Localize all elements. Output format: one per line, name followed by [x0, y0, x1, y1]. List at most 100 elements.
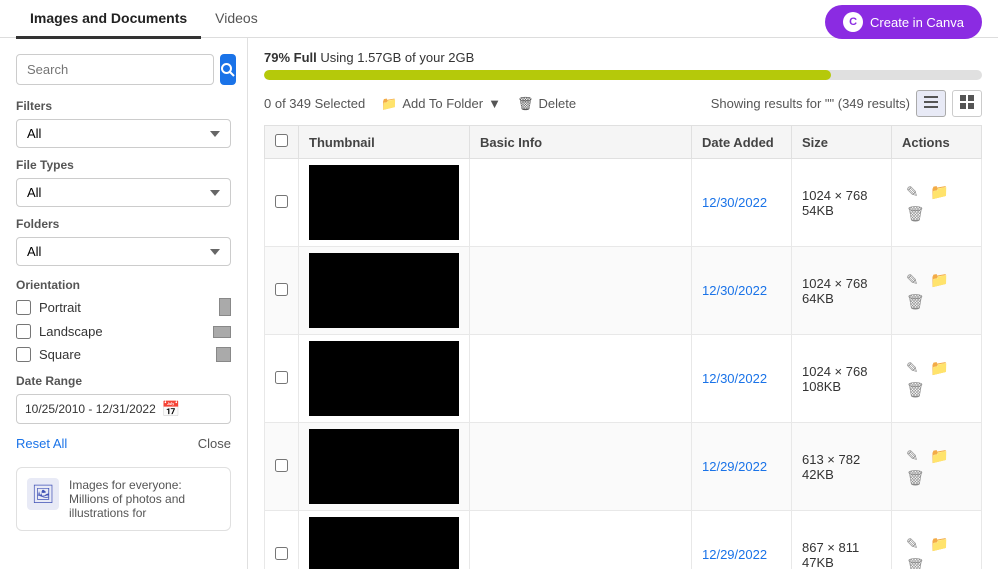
portrait-row: Portrait [16, 298, 231, 316]
reset-close-row: Reset All Close [16, 436, 231, 451]
grid-view-button[interactable] [952, 90, 982, 117]
folder-button-1[interactable]: 📁 [926, 269, 953, 291]
thumbnail-cell [299, 159, 470, 247]
date-added-cell: 12/30/2022 [692, 335, 792, 423]
folder-icon: 📁 [381, 96, 397, 112]
storage-detail: Using 1.57GB of your 2GB [320, 50, 474, 65]
edit-button-0[interactable]: ✎ [902, 181, 923, 203]
row-checkbox-2[interactable] [275, 371, 288, 384]
table-row: 12/30/2022 1024 × 76864KB ✎ 📁 🗑 [265, 247, 982, 335]
reset-all-button[interactable]: Reset All [16, 436, 67, 451]
row-checkbox-0[interactable] [275, 195, 288, 208]
thumbnail-image [309, 253, 459, 328]
tab-images[interactable]: Images and Documents [16, 0, 201, 39]
delete-row-button-4[interactable]: 🗑 [902, 555, 929, 569]
calendar-icon: 📅 [162, 400, 181, 418]
basic-info-cell [470, 159, 692, 247]
delete-label: Delete [538, 96, 576, 111]
add-to-folder-button[interactable]: 📁 Add To Folder ▼ [381, 96, 501, 112]
search-input[interactable] [16, 54, 214, 85]
delete-row-button-2[interactable]: 🗑 [902, 379, 929, 401]
thumbnail-image [309, 341, 459, 416]
close-button[interactable]: Close [198, 436, 231, 451]
basic-info-col: Basic Info [470, 126, 692, 159]
storage-progress-fill [264, 70, 831, 80]
basic-info-cell [470, 335, 692, 423]
storage-text: 79% Full Using 1.57GB of your 2GB [264, 50, 982, 65]
row-checkbox-cell [265, 335, 299, 423]
delete-row-button-0[interactable]: 🗑 [902, 203, 929, 225]
delete-row-button-3[interactable]: 🗑 [902, 467, 929, 489]
portrait-label: Portrait [39, 300, 81, 315]
table-row: 12/29/2022 613 × 78242KB ✎ 📁 🗑 [265, 423, 982, 511]
results-text: Showing results for "" (349 results) [711, 96, 910, 111]
actions-cell: ✎ 📁 🗑 [892, 159, 982, 247]
square-checkbox[interactable] [16, 347, 31, 362]
list-view-button[interactable] [916, 90, 946, 117]
date-added-cell: 12/29/2022 [692, 423, 792, 511]
thumbnail-cell [299, 247, 470, 335]
orientation-section: Orientation Portrait Landscape Square [16, 278, 231, 362]
thumbnail-cell [299, 335, 470, 423]
row-checkbox-4[interactable] [275, 547, 288, 560]
basic-info-cell [470, 247, 692, 335]
search-button[interactable] [220, 54, 236, 85]
filters-select[interactable]: All [16, 119, 231, 148]
row-checkbox-cell [265, 247, 299, 335]
add-to-folder-label: Add To Folder [402, 96, 483, 111]
folder-button-2[interactable]: 📁 [926, 357, 953, 379]
row-checkbox-1[interactable] [275, 283, 288, 296]
actions-cell: ✎ 📁 🗑 [892, 247, 982, 335]
tabs-bar: Images and Documents Videos C Create in … [0, 0, 998, 38]
date-added-cell: 12/30/2022 [692, 247, 792, 335]
search-icon [220, 62, 236, 78]
canva-icon: C [843, 12, 863, 32]
select-all-col [265, 126, 299, 159]
square-label: Square [39, 347, 81, 362]
date-range-label: Date Range [16, 374, 231, 388]
date-added-col: Date Added [692, 126, 792, 159]
folder-button-3[interactable]: 📁 [926, 445, 953, 467]
file-types-select[interactable]: All [16, 178, 231, 207]
folders-select[interactable]: All [16, 237, 231, 266]
folder-button-4[interactable]: 📁 [926, 533, 953, 555]
storage-progress-bg [264, 70, 982, 80]
create-in-canva-button[interactable]: C Create in Canva [825, 5, 982, 39]
date-added-cell: 12/29/2022 [692, 511, 792, 569]
table-row: 12/30/2022 1024 × 768108KB ✎ 📁 🗑 [265, 335, 982, 423]
row-checkbox-3[interactable] [275, 459, 288, 472]
basic-info-cell [470, 511, 692, 569]
size-cell: 1024 × 768108KB [792, 335, 892, 423]
landscape-icon [213, 326, 231, 338]
toolbar-left: 0 of 349 Selected 📁 Add To Folder ▼ 🗑 De… [264, 96, 576, 112]
trash-icon: 🗑 [517, 96, 534, 112]
folders-label: Folders [16, 217, 231, 231]
actions-cell: ✎ 📁 🗑 [892, 423, 982, 511]
tab-videos[interactable]: Videos [201, 0, 272, 39]
edit-button-1[interactable]: ✎ [902, 269, 923, 291]
landscape-label: Landscape [39, 324, 103, 339]
search-row [16, 54, 231, 85]
table-header-row: Thumbnail Basic Info Date Added Size Act… [265, 126, 982, 159]
folder-button-0[interactable]: 📁 [926, 181, 953, 203]
thumbnail-image [309, 429, 459, 504]
size-cell: 1024 × 76854KB [792, 159, 892, 247]
portrait-icon [219, 298, 231, 316]
landscape-checkbox[interactable] [16, 324, 31, 339]
grid-view-icon [960, 95, 974, 109]
size-cell: 1024 × 76864KB [792, 247, 892, 335]
date-range-row[interactable]: 10/25/2010 - 12/31/2022 📅 [16, 394, 231, 424]
delete-row-button-1[interactable]: 🗑 [902, 291, 929, 313]
select-all-checkbox[interactable] [275, 134, 288, 147]
edit-button-3[interactable]: ✎ [902, 445, 923, 467]
portrait-checkbox[interactable] [16, 300, 31, 315]
edit-button-4[interactable]: ✎ [902, 533, 923, 555]
table-row: 12/29/2022 867 × 81147KB ✎ 📁 🗑 [265, 511, 982, 569]
square-row: Square [16, 347, 231, 362]
content-area: 79% Full Using 1.57GB of your 2GB 0 of 3… [248, 38, 998, 569]
storage-percent: 79% Full [264, 50, 317, 65]
row-checkbox-cell [265, 511, 299, 569]
delete-button[interactable]: 🗑 Delete [517, 96, 576, 112]
edit-button-2[interactable]: ✎ [902, 357, 923, 379]
filters-label: Filters [16, 99, 231, 113]
